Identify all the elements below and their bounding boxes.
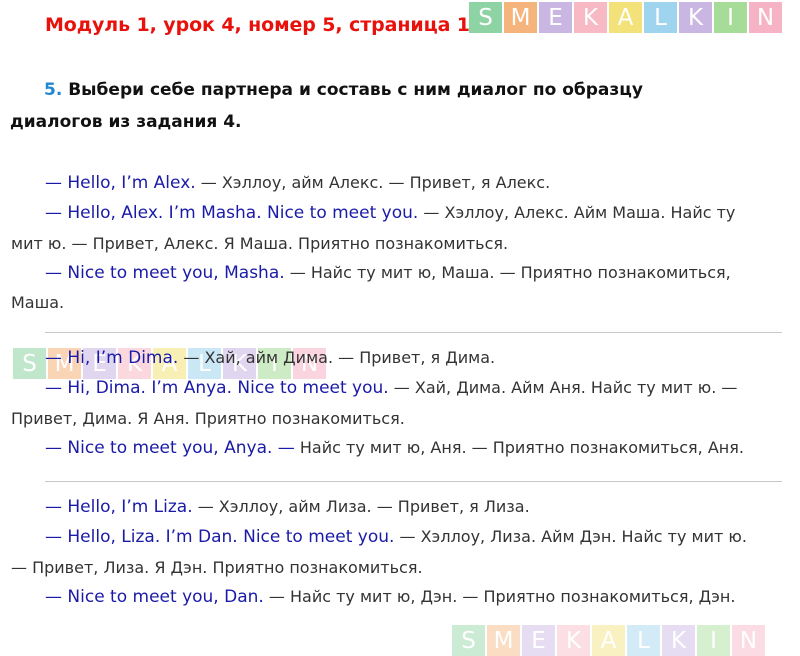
logo-letter: M [487, 625, 520, 656]
dialog-line: — Hello, Liza. I’m Dan. Nice to meet you… [11, 522, 756, 582]
dialog-line: — Hi, Dima. I’m Anya. Nice to meet you. … [11, 373, 756, 433]
logo-letter: A [592, 625, 625, 656]
logo-letter: K [557, 625, 590, 656]
logo-letter: E [539, 2, 572, 33]
dialog-line: — Nice to meet you, Dan. — Найс ту мит ю… [11, 582, 756, 612]
russian-transcription: — Хэллоу, айм Лиза. — Привет, я Лиза. [192, 497, 530, 516]
english-phrase: — Hello, Alex. I’m Masha. Nice to meet y… [45, 203, 419, 224]
logo-letter: I [697, 625, 730, 656]
dialog-2: — Hi, I’m Dima. — Хай, айм Дима. — Приве… [11, 343, 756, 463]
divider [45, 332, 782, 333]
dialog-1: — Hello, I’m Alex. — Хэллоу, айм Алекс. … [11, 168, 756, 317]
russian-transcription: — Хэллоу, айм Алекс. — Привет, я Алекс. [195, 173, 551, 192]
logo-letter: N [732, 625, 765, 656]
dialog-line: — Nice to meet you, Masha. — Найс ту мит… [11, 258, 756, 318]
english-phrase: — Hi, I’m Dima. [45, 348, 179, 368]
logo-letter: E [522, 625, 555, 656]
english-phrase: — Hello, I’m Alex. [45, 173, 196, 193]
dialog-line: — Hi, I’m Dima. — Хай, айм Дима. — Приве… [11, 343, 756, 373]
russian-transcription: Найс ту мит ю, Аня. — Приятно познакомит… [294, 437, 744, 457]
dialog-line: — Hello, Alex. I’m Masha. Nice to meet y… [11, 198, 756, 258]
logo-letter: I [714, 2, 747, 33]
logo-letter: S [452, 625, 485, 656]
page-title: Модуль 1, урок 4, номер 5, страница 16 [45, 14, 484, 36]
english-phrase: — Nice to meet you, Anya. — [45, 437, 295, 458]
english-phrase: — Nice to meet you, Masha. [45, 262, 285, 283]
logo-letter: K [574, 2, 607, 33]
smekalkin-logo: SMEKALKIN [469, 2, 782, 33]
russian-transcription: — Хай, айм Дима. — Привет, я Дима. [178, 348, 496, 367]
logo-letter: K [679, 2, 712, 33]
task-number: 5. [44, 80, 63, 100]
english-phrase: — Nice to meet you, Dan. [45, 586, 264, 607]
logo-letter: K [662, 625, 695, 656]
dialog-line: — Nice to meet you, Anya. — Найс ту мит … [11, 433, 756, 463]
task-statement: 5. Выбери себе партнера и составь с ним … [10, 74, 740, 138]
dialog-line: — Hello, I’m Liza. — Хэллоу, айм Лиза. —… [11, 492, 756, 522]
logo-letter: N [749, 2, 782, 33]
english-phrase: — Hi, Dima. I’m Anya. Nice to meet you. [45, 378, 389, 399]
logo-letter: M [504, 2, 537, 33]
logo-letter: A [609, 2, 642, 33]
dialog-3: — Hello, I’m Liza. — Хэллоу, айм Лиза. —… [11, 492, 756, 612]
dialog-line: — Hello, I’m Alex. — Хэллоу, айм Алекс. … [11, 168, 756, 198]
task-text: Выбери себе партнера и составь с ним диа… [10, 80, 643, 132]
logo-letter: L [644, 2, 677, 33]
english-phrase: — Hello, Liza. I’m Dan. Nice to meet you… [45, 527, 395, 548]
russian-transcription: — Найс ту мит ю, Дэн. — Приятно познаком… [263, 586, 736, 606]
smekalkin-watermark: SMEKALKIN [452, 625, 765, 656]
logo-letter: S [469, 2, 502, 33]
divider [45, 481, 782, 482]
english-phrase: — Hello, I’m Liza. [45, 497, 193, 517]
logo-letter: L [627, 625, 660, 656]
